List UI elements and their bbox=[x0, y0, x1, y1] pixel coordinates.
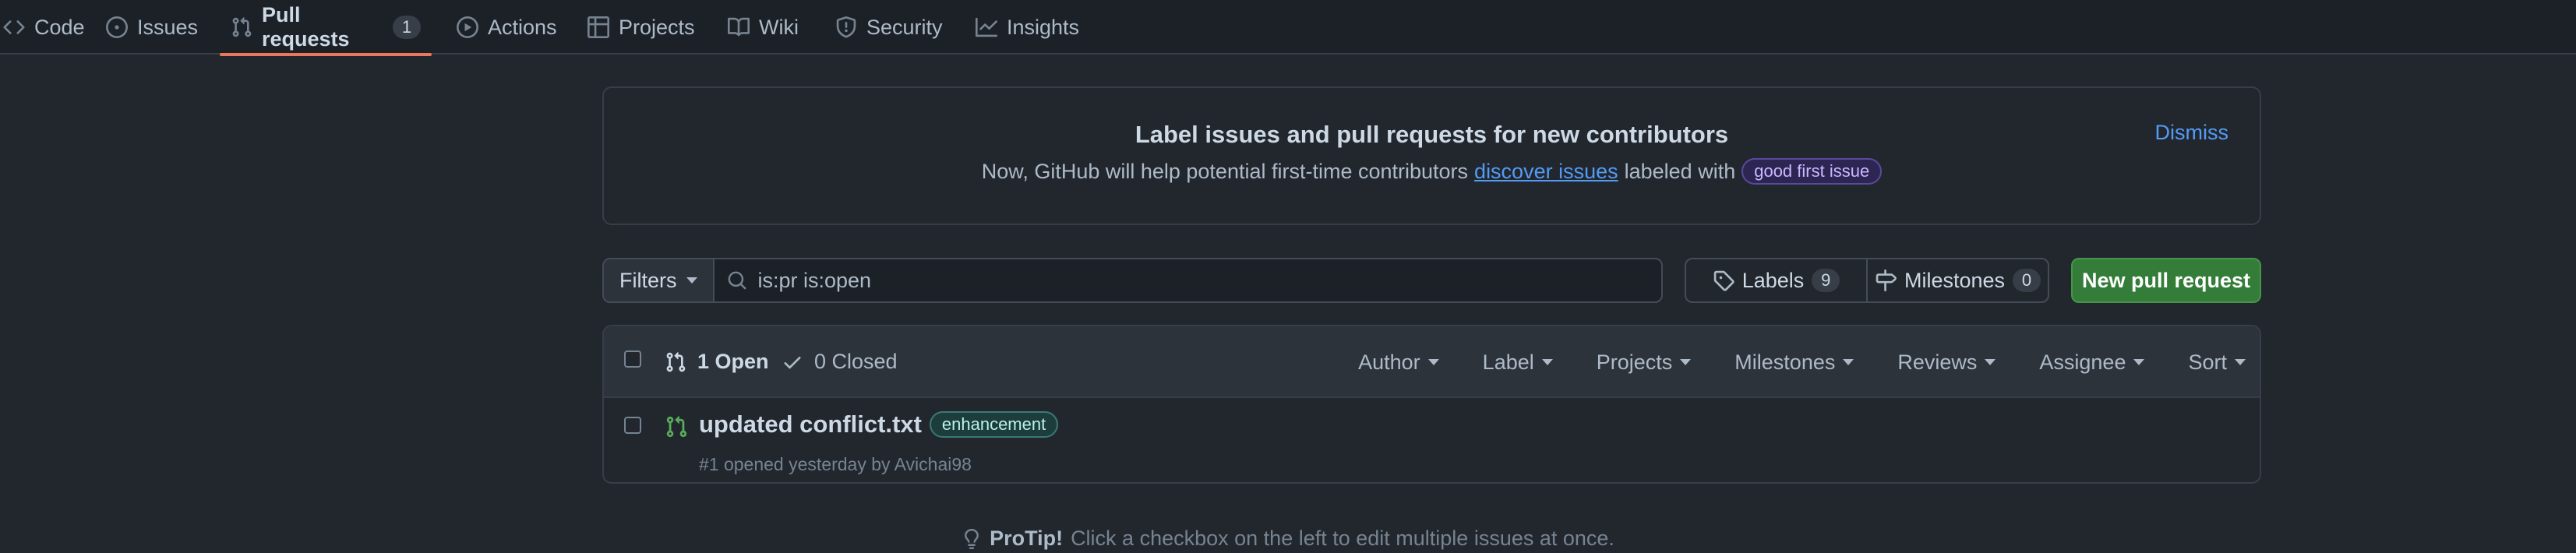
filters-dropdown[interactable]: Filters bbox=[604, 259, 715, 301]
sort-menus: Author Label Projects Milestones Reviews… bbox=[1358, 326, 2246, 398]
sort-menu[interactable]: Sort bbox=[2188, 350, 2246, 375]
good-first-issue-label[interactable]: good first issue bbox=[1741, 158, 1883, 185]
chevron-down-icon bbox=[1843, 359, 1854, 365]
pr-title-link[interactable]: updated conflict.txt bbox=[699, 410, 922, 439]
menu-label: Sort bbox=[2188, 350, 2227, 374]
protip: ProTip! Click a checkbox on the left to … bbox=[0, 527, 2576, 551]
pull-requests-count: 1 bbox=[393, 16, 421, 39]
pr-meta: #1 opened yesterday by Avichai98 bbox=[699, 454, 972, 474]
list-header: 1 Open 0 Closed Author Label Projects Mi… bbox=[604, 326, 2260, 398]
milestones-label: Milestones bbox=[1904, 268, 2006, 292]
tab-label: Actions bbox=[488, 15, 557, 39]
menu-label: Milestones bbox=[1734, 350, 1836, 374]
search-input[interactable] bbox=[757, 268, 1649, 293]
menu-label: Projects bbox=[1596, 350, 1673, 374]
pr-checkbox[interactable] bbox=[624, 417, 641, 434]
search-field[interactable] bbox=[715, 259, 1662, 301]
chevron-down-icon bbox=[1985, 359, 1996, 365]
protip-text: Click a checkbox on the left to edit mul… bbox=[1071, 527, 1614, 550]
tag-icon bbox=[1713, 269, 1734, 291]
filter-bar: Filters bbox=[602, 258, 1663, 303]
chevron-down-icon bbox=[1427, 359, 1439, 365]
banner-text-after: labeled with bbox=[1624, 159, 1736, 183]
reviews-menu[interactable]: Reviews bbox=[1897, 350, 1996, 375]
tab-actions[interactable]: Actions bbox=[446, 0, 568, 55]
table-icon bbox=[588, 16, 609, 38]
menu-label: Label bbox=[1482, 350, 1534, 374]
open-filter[interactable]: 1 Open bbox=[665, 350, 769, 374]
tab-label: Pull requests bbox=[262, 3, 350, 51]
open-count-label: 1 Open bbox=[697, 350, 769, 373]
milestone-icon bbox=[1875, 269, 1897, 291]
shield-icon bbox=[835, 16, 857, 38]
labels-button[interactable]: Labels 9 bbox=[1686, 259, 1866, 301]
filters-label: Filters bbox=[619, 268, 677, 292]
search-icon bbox=[727, 270, 747, 291]
menu-label: Assignee bbox=[2039, 350, 2126, 374]
issue-opened-icon bbox=[106, 16, 128, 38]
tab-wiki[interactable]: Wiki bbox=[717, 0, 810, 55]
label-menu[interactable]: Label bbox=[1483, 350, 1553, 375]
list-item: updated conflict.txt enhancement #1 open… bbox=[604, 398, 2260, 482]
tab-label: Wiki bbox=[759, 15, 799, 39]
assignee-menu[interactable]: Assignee bbox=[2039, 350, 2145, 375]
pull-request-list: 1 Open 0 Closed Author Label Projects Mi… bbox=[602, 325, 2261, 484]
tab-label: Issues bbox=[137, 15, 199, 39]
labels-count: 9 bbox=[1812, 269, 1840, 292]
discover-issues-link[interactable]: discover issues bbox=[1474, 160, 1618, 184]
tab-projects[interactable]: Projects bbox=[577, 0, 706, 55]
labels-label: Labels bbox=[1741, 268, 1805, 292]
closed-filter[interactable]: 0 Closed bbox=[782, 350, 898, 374]
light-bulb-icon bbox=[962, 528, 982, 549]
code-icon bbox=[3, 16, 25, 38]
dismiss-button[interactable]: Dismiss bbox=[2155, 121, 2229, 145]
pr-title-row: updated conflict.txt enhancement bbox=[699, 410, 1059, 439]
git-pull-request-open-icon bbox=[665, 415, 688, 439]
repo-nav: Code Issues Pull requests 1 Actions Proj… bbox=[0, 0, 2576, 56]
projects-menu[interactable]: Projects bbox=[1597, 350, 1692, 375]
book-icon bbox=[728, 16, 750, 38]
chevron-down-icon bbox=[686, 277, 697, 284]
tab-label: Code bbox=[34, 15, 85, 39]
contributor-banner: Label issues and pull requests for new c… bbox=[602, 86, 2261, 225]
tab-label: Insights bbox=[1007, 15, 1080, 39]
protip-title: ProTip! bbox=[990, 527, 1064, 550]
tab-label: Projects bbox=[619, 15, 695, 39]
milestones-count: 0 bbox=[2013, 269, 2041, 292]
chevron-down-icon bbox=[1680, 359, 1692, 365]
banner-title: Label issues and pull requests for new c… bbox=[1134, 121, 1729, 148]
milestones-menu[interactable]: Milestones bbox=[1734, 350, 1854, 375]
tab-insights[interactable]: Insights bbox=[965, 0, 1090, 55]
graph-icon bbox=[976, 16, 997, 38]
new-pull-request-button[interactable]: New pull request bbox=[2071, 258, 2261, 303]
enhancement-label[interactable]: enhancement bbox=[929, 411, 1059, 438]
git-pull-request-icon bbox=[665, 351, 686, 373]
labels-milestones-group: Labels 9 Milestones 0 bbox=[1685, 258, 2049, 303]
check-icon bbox=[782, 351, 803, 373]
tab-code[interactable]: Code bbox=[0, 0, 96, 55]
git-pull-request-icon bbox=[231, 16, 252, 38]
tab-issues[interactable]: Issues bbox=[95, 0, 209, 55]
menu-label: Reviews bbox=[1897, 350, 1978, 374]
author-menu[interactable]: Author bbox=[1358, 350, 1439, 375]
chevron-down-icon bbox=[2133, 359, 2145, 365]
chevron-down-icon bbox=[1541, 359, 1553, 365]
select-all-checkbox[interactable] bbox=[624, 350, 641, 368]
banner-text-before: Now, GitHub will help potential first-ti… bbox=[981, 159, 1469, 183]
play-icon bbox=[457, 16, 478, 38]
tab-label: Security bbox=[866, 15, 943, 39]
milestones-button[interactable]: Milestones 0 bbox=[1866, 259, 2048, 301]
closed-count-label: 0 Closed bbox=[814, 350, 898, 373]
banner-text: Now, GitHub will help potential first-ti… bbox=[604, 158, 2260, 185]
tab-security[interactable]: Security bbox=[824, 0, 954, 55]
menu-label: Author bbox=[1358, 350, 1420, 374]
tab-pull-requests[interactable]: Pull requests 1 bbox=[220, 0, 432, 56]
chevron-down-icon bbox=[2235, 359, 2246, 365]
